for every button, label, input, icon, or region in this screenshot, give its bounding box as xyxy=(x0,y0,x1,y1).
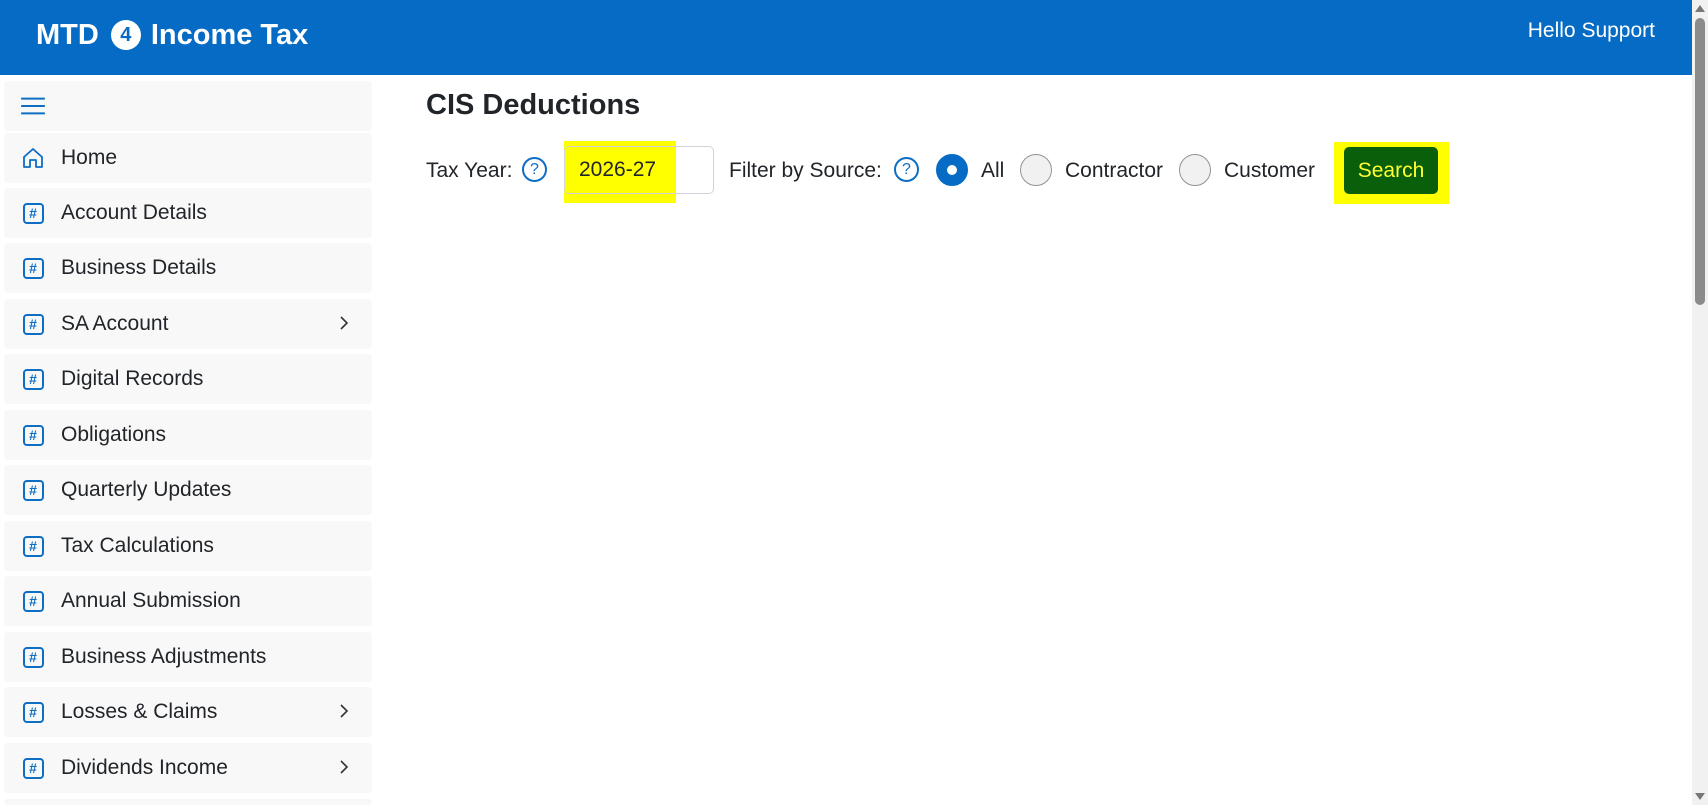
sidebar-item-annual-submission[interactable]: # Annual Submission xyxy=(4,576,372,626)
sidebar-item-label: SA Account xyxy=(61,312,169,335)
sidebar-item-label: Losses & Claims xyxy=(61,700,218,723)
brand-badge: 4 xyxy=(110,20,141,50)
sidebar-item-home[interactable]: Home xyxy=(4,133,372,183)
sidebar: Home # Account Details # Business Detail… xyxy=(0,75,380,805)
sidebar-item-losses-claims[interactable]: # Losses & Claims xyxy=(4,687,372,737)
chevron-right-icon xyxy=(338,314,350,337)
hash-icon: # xyxy=(21,589,45,613)
hash-icon: # xyxy=(21,700,45,724)
sidebar-item-label: Business Details xyxy=(61,256,217,279)
filter-source-help-icon[interactable]: ? xyxy=(894,157,919,182)
sidebar-item-dividends-income[interactable]: # Dividends Income xyxy=(4,743,372,793)
sidebar-item-sa-account[interactable]: # SA Account xyxy=(4,299,372,349)
page-scrollbar[interactable] xyxy=(1692,0,1708,805)
sidebar-item-label: Obligations xyxy=(61,423,167,446)
sidebar-item-label: Quarterly Updates xyxy=(61,478,232,501)
hash-icon: # xyxy=(21,423,45,447)
chevron-right-icon xyxy=(338,758,350,781)
radio-customer[interactable] xyxy=(1179,154,1211,186)
sidebar-item-label: Home xyxy=(61,146,118,169)
scroll-up-arrow-icon[interactable] xyxy=(1695,5,1705,12)
sidebar-item-digital-records[interactable]: # Digital Records xyxy=(4,354,372,404)
filter-bar: Tax Year: ? Filter by Source: ? All Cont… xyxy=(426,135,1506,205)
sidebar-item-quarterly-updates[interactable]: # Quarterly Updates xyxy=(4,465,372,515)
sidebar-item-label: Digital Records xyxy=(61,367,204,390)
radio-all-label[interactable]: All xyxy=(981,159,1004,183)
hash-icon: # xyxy=(21,756,45,780)
sidebar-item-obligations[interactable]: # Obligations xyxy=(4,410,372,460)
hash-icon: # xyxy=(21,645,45,669)
tax-year-input[interactable] xyxy=(564,146,714,194)
sidebar-item-tax-calculations[interactable]: # Tax Calculations xyxy=(4,521,372,571)
radio-contractor-label[interactable]: Contractor xyxy=(1065,159,1163,183)
brand-text-right: Income Tax xyxy=(150,18,309,51)
user-greeting[interactable]: Hello Support xyxy=(1528,19,1655,43)
hamburger-menu-icon[interactable] xyxy=(21,94,45,118)
search-button[interactable]: Search xyxy=(1344,147,1438,194)
brand-logo[interactable]: MTD 4 Income Tax xyxy=(36,17,308,53)
sidebar-item-label: Dividends Income xyxy=(61,756,228,779)
sidebar-item-business-adjustments[interactable]: # Business Adjustments xyxy=(4,632,372,682)
hash-icon: # xyxy=(21,256,45,280)
hash-icon: # xyxy=(21,478,45,502)
page-title: CIS Deductions xyxy=(426,89,641,121)
sidebar-item-account-details[interactable]: # Account Details xyxy=(4,188,372,238)
hash-icon: # xyxy=(21,312,45,336)
top-header: MTD 4 Income Tax Hello Support xyxy=(0,0,1692,75)
sidebar-item-partial[interactable] xyxy=(4,799,372,805)
radio-customer-label[interactable]: Customer xyxy=(1224,159,1315,183)
hash-icon: # xyxy=(21,534,45,558)
sidebar-toggle[interactable] xyxy=(4,81,372,131)
hash-icon: # xyxy=(21,201,45,225)
sidebar-item-label: Tax Calculations xyxy=(61,534,214,557)
chevron-right-icon xyxy=(338,702,350,725)
tax-year-help-icon[interactable]: ? xyxy=(522,157,547,182)
scroll-down-arrow-icon[interactable] xyxy=(1695,793,1705,800)
brand-text-left: MTD xyxy=(36,18,99,51)
tax-year-label: Tax Year: xyxy=(426,159,513,182)
filter-source-label: Filter by Source: xyxy=(729,159,882,182)
hash-icon: # xyxy=(21,367,45,391)
radio-contractor[interactable] xyxy=(1020,154,1052,186)
sidebar-item-label: Account Details xyxy=(61,201,207,224)
radio-all[interactable] xyxy=(936,154,968,186)
sidebar-item-business-details[interactable]: # Business Details xyxy=(4,243,372,293)
scroll-thumb[interactable] xyxy=(1695,18,1705,305)
home-icon xyxy=(21,146,45,170)
sidebar-item-label: Annual Submission xyxy=(61,589,241,612)
sidebar-item-label: Business Adjustments xyxy=(61,645,267,668)
